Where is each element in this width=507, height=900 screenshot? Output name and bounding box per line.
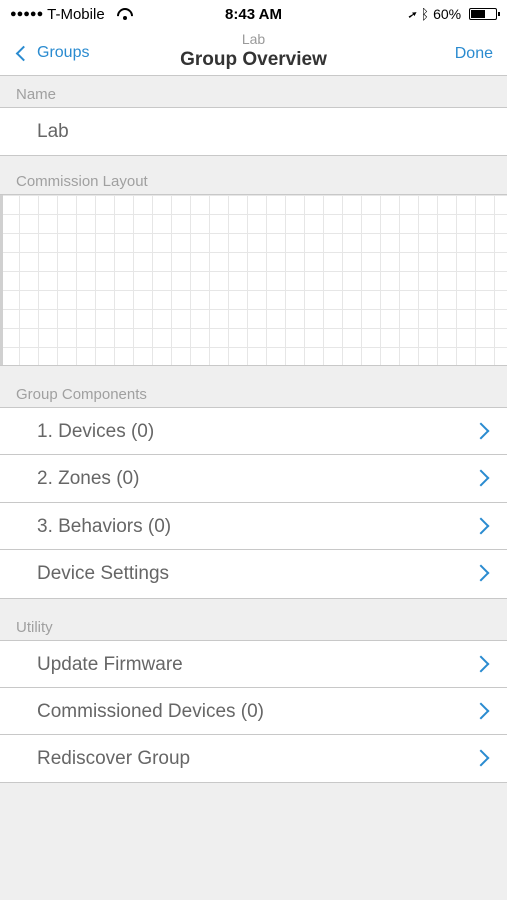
chevron-right-icon xyxy=(472,655,490,673)
row-label: 3. Behaviors (0) xyxy=(37,516,172,537)
status-bar: ●●●●● T-Mobile 8:43 AM ➚ ᛒ 60% xyxy=(0,0,507,30)
name-section-header: Name xyxy=(16,86,57,103)
row-label: 2. Zones (0) xyxy=(37,468,140,489)
battery-fill xyxy=(471,10,486,18)
status-right: ➚ ᛒ 60% xyxy=(408,6,500,22)
done-button[interactable]: Done xyxy=(455,45,493,63)
page-title: Group Overview xyxy=(180,49,327,70)
chevron-right-icon xyxy=(472,469,490,487)
row-label: Device Settings xyxy=(37,563,170,584)
utility-row-commissioned-devices[interactable]: Commissioned Devices (0) xyxy=(0,688,507,735)
chevron-right-icon xyxy=(472,517,490,535)
navigation-bar: Groups Lab Group Overview Done xyxy=(0,30,507,76)
battery-percent: 60% xyxy=(433,6,462,22)
chevron-right-icon xyxy=(472,564,490,582)
nav-subtitle: Lab xyxy=(241,31,266,47)
name-field[interactable]: Lab xyxy=(0,107,507,156)
chevron-right-icon xyxy=(472,422,490,440)
name-value: Lab xyxy=(37,121,69,142)
row-label: Rediscover Group xyxy=(37,748,191,769)
components-section-header: Group Components xyxy=(16,386,147,403)
components-row-zones[interactable]: 2. Zones (0) xyxy=(0,455,507,503)
utility-row-rediscover-group[interactable]: Rediscover Group xyxy=(0,735,507,783)
utility-section-header: Utility xyxy=(16,619,53,636)
row-label: 1. Devices (0) xyxy=(37,421,155,442)
location-icon: ➚ xyxy=(408,6,417,22)
components-row-device-settings[interactable]: Device Settings xyxy=(0,550,507,599)
chevron-right-icon xyxy=(472,749,490,767)
bluetooth-icon: ᛒ xyxy=(420,6,430,22)
row-label: Commissioned Devices (0) xyxy=(37,701,265,722)
utility-row-update-firmware[interactable]: Update Firmware xyxy=(0,640,507,688)
commission-layout-canvas[interactable] xyxy=(0,194,507,366)
battery-icon xyxy=(469,8,500,20)
chevron-right-icon xyxy=(472,702,490,720)
components-row-behaviors[interactable]: 3. Behaviors (0) xyxy=(0,503,507,550)
components-row-devices[interactable]: 1. Devices (0) xyxy=(0,407,507,455)
layout-section-header: Commission Layout xyxy=(16,173,148,190)
row-label: Update Firmware xyxy=(37,654,183,675)
